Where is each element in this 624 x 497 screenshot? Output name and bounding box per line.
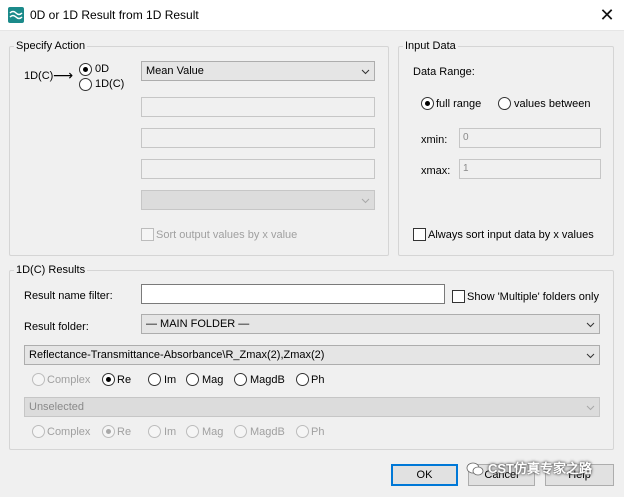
complex-radio-2[interactable] xyxy=(32,425,45,438)
magdb-radio-2[interactable] xyxy=(234,425,247,438)
wechat-icon xyxy=(466,462,484,476)
im-radio-2[interactable] xyxy=(148,425,161,438)
im-label-1: Im xyxy=(164,374,177,386)
result-folder-value: — MAIN FOLDER — xyxy=(146,318,250,330)
watermark-label: CST仿真专家之路 xyxy=(488,461,593,476)
full-range-label: full range xyxy=(436,98,482,110)
magdb-label-1: MagdB xyxy=(250,374,285,386)
result-folder-select[interactable]: — MAIN FOLDER — xyxy=(141,314,600,334)
im-radio-1[interactable] xyxy=(148,373,161,386)
output-1d-label: 1D(C) xyxy=(95,78,125,90)
xmin-label: xmin: xyxy=(421,134,448,146)
chevron-down-icon xyxy=(361,198,370,204)
output-0d-label: 0D xyxy=(95,63,110,75)
second-result-value: Unselected xyxy=(29,401,85,413)
chevron-down-icon xyxy=(586,353,595,359)
chevron-down-icon xyxy=(586,405,595,411)
operation-select[interactable]: Mean Value xyxy=(141,61,375,81)
chevron-down-icon xyxy=(586,322,595,328)
close-icon[interactable]: ✕ xyxy=(597,5,617,25)
output-0d-radio[interactable] xyxy=(79,63,92,76)
sort-output-checkbox[interactable] xyxy=(141,228,154,241)
re-label-2: Re xyxy=(117,426,132,438)
xmax-label: xmax: xyxy=(421,165,451,177)
show-multiple-checkbox[interactable] xyxy=(452,290,465,303)
xmin-field[interactable]: 0 xyxy=(459,128,601,148)
chevron-down-icon xyxy=(361,69,370,75)
operation-select-value: Mean Value xyxy=(146,65,204,77)
watermark-text: CST仿真专家之路 xyxy=(488,458,592,482)
re-radio-2[interactable] xyxy=(102,425,115,438)
complex-radio-1[interactable] xyxy=(32,373,45,386)
complex-label-1: Complex xyxy=(47,374,91,386)
ph-label-2: Ph xyxy=(311,426,325,438)
show-multiple-label: Show 'Multiple' folders only xyxy=(467,291,599,303)
parameter-field-2[interactable] xyxy=(141,128,375,148)
ph-radio-1[interactable] xyxy=(296,373,309,386)
ph-radio-2[interactable] xyxy=(296,425,309,438)
parameter-field-1[interactable] xyxy=(141,97,375,117)
result-select-value: Reflectance-Transmittance-Absorbance\R_Z… xyxy=(29,349,325,361)
parameter-field-3[interactable] xyxy=(141,159,375,179)
mag-radio-1[interactable] xyxy=(186,373,199,386)
second-result-select[interactable]: Unselected xyxy=(24,397,600,417)
specify-action-legend: Specify Action xyxy=(14,40,88,52)
always-sort-label: Always sort input data by x values xyxy=(428,229,594,241)
re-label-1: Re xyxy=(117,374,132,386)
extra-option-select[interactable] xyxy=(141,190,375,210)
mag-radio-2[interactable] xyxy=(186,425,199,438)
arrow-icon: ⟶ xyxy=(53,67,74,83)
xmax-field[interactable]: 1 xyxy=(459,159,601,179)
values-between-label: values between xyxy=(514,98,591,110)
name-filter-label: Result name filter: xyxy=(24,290,113,302)
ph-label-1: Ph xyxy=(311,374,325,386)
window-title: 0D or 1D Result from 1D Result xyxy=(30,8,199,22)
output-1d-radio[interactable] xyxy=(79,78,92,91)
values-between-radio[interactable] xyxy=(498,97,511,110)
im-label-2: Im xyxy=(164,426,177,438)
full-range-radio[interactable] xyxy=(421,97,434,110)
mag-label-2: Mag xyxy=(202,426,224,438)
complex-label-2: Complex xyxy=(47,426,91,438)
always-sort-checkbox[interactable] xyxy=(413,228,426,241)
result-select[interactable]: Reflectance-Transmittance-Absorbance\R_Z… xyxy=(24,345,600,365)
data-range-label: Data Range: xyxy=(413,66,475,78)
input-data-legend: Input Data xyxy=(403,40,458,52)
source-label: 1D(C) xyxy=(24,70,54,82)
app-icon xyxy=(8,7,24,23)
re-radio-1[interactable] xyxy=(102,373,115,386)
magdb-label-2: MagdB xyxy=(250,426,285,438)
mag-label-1: Mag xyxy=(202,374,224,386)
result-folder-label: Result folder: xyxy=(24,321,89,333)
sort-output-label: Sort output values by x value xyxy=(156,229,298,241)
name-filter-input[interactable] xyxy=(141,284,445,304)
magdb-radio-1[interactable] xyxy=(234,373,247,386)
results-legend: 1D(C) Results xyxy=(14,264,88,276)
ok-button[interactable]: OK xyxy=(391,464,458,486)
title-bar: 0D or 1D Result from 1D Result ✕ xyxy=(0,0,624,31)
